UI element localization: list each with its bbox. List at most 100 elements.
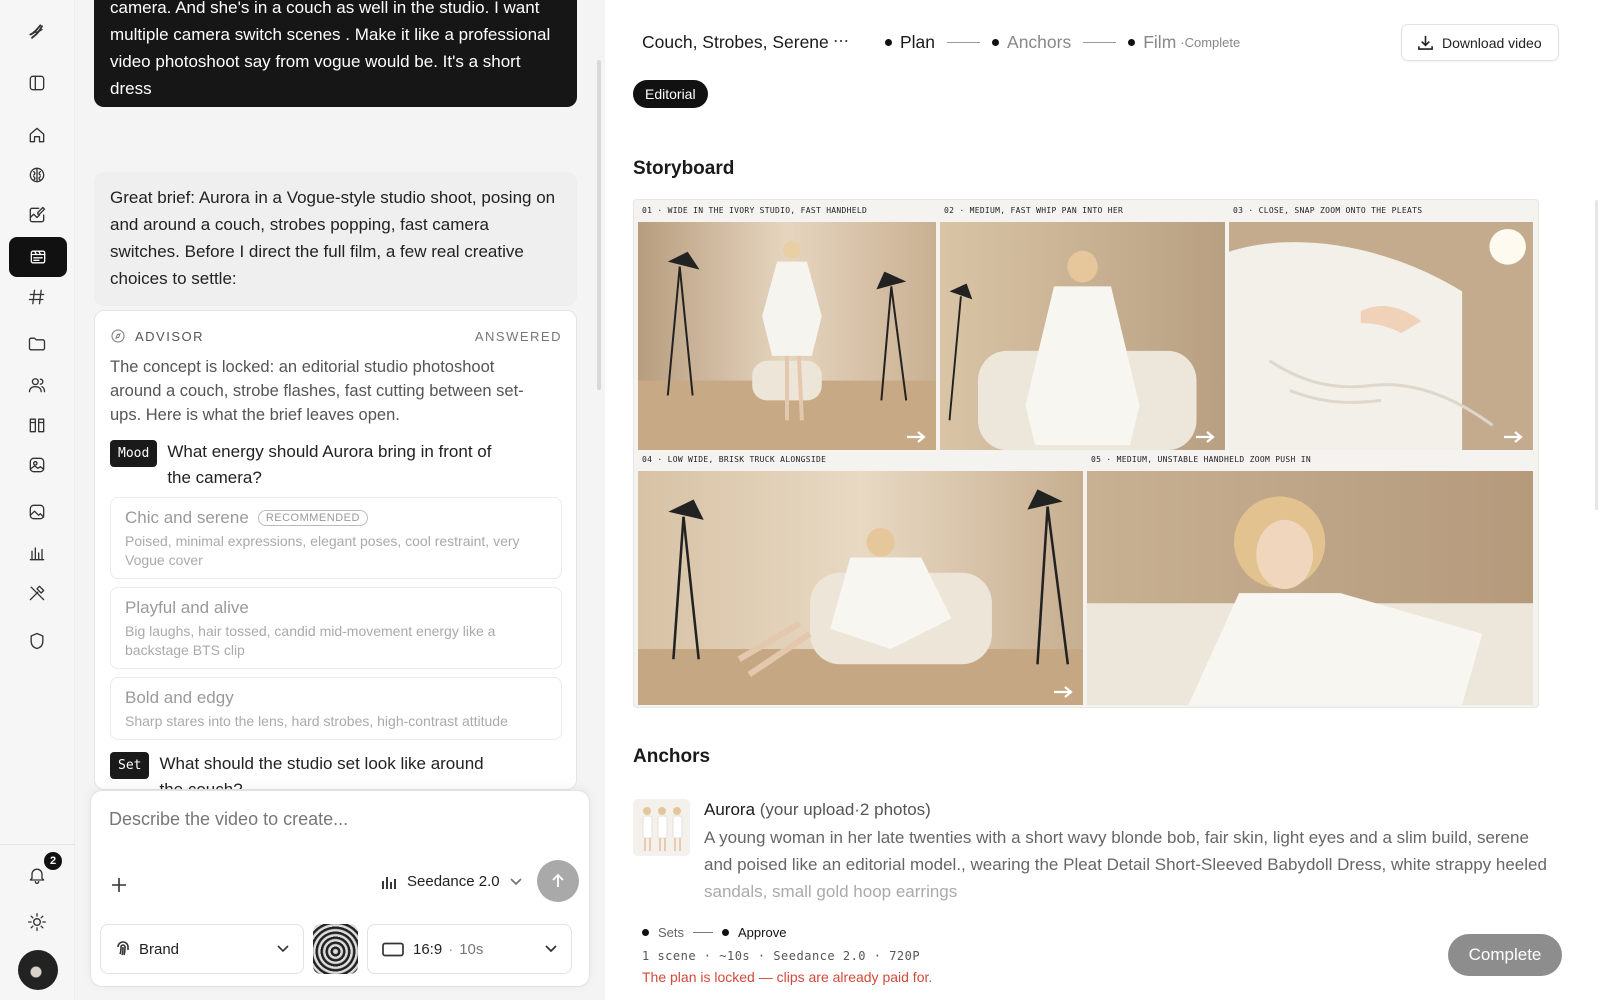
panel-image (638, 222, 936, 450)
ratio-label: 16:9 (413, 940, 443, 958)
brain-icon[interactable] (19, 157, 55, 193)
step-sets[interactable]: Sets (658, 925, 684, 940)
panel-caption: 04 · LOW WIDE, BRISK TRUCK ALONGSIDE (642, 455, 827, 464)
brand-select[interactable]: Brand (100, 924, 304, 974)
chevron-down-icon (545, 945, 557, 953)
style-thumbnail[interactable] (313, 924, 358, 974)
tools-icon[interactable] (19, 575, 55, 611)
storyboard-panel[interactable]: 02 · MEDIUM, FAST WHIP PAN INTO HER (940, 204, 1225, 450)
user-message: camera. And she's in a couch as well in … (94, 0, 577, 107)
more-button[interactable]: ⋯ (833, 31, 850, 51)
panel-caption: 01 · WIDE IN THE IVORY STUDIO, FAST HAND… (642, 206, 868, 215)
avatar[interactable] (18, 950, 58, 990)
advisor-description: The concept is locked: an editorial stud… (110, 358, 524, 424)
option-title: Chic and serene (125, 508, 249, 527)
arrow-right-icon (1054, 686, 1073, 698)
storyboard-grid: 01 · WIDE IN THE IVORY STUDIO, FAST HAND… (633, 199, 1539, 708)
folder-icon[interactable] (19, 326, 55, 362)
anchors-title: Anchors (633, 746, 711, 767)
toggle-sidebar-icon[interactable] (19, 65, 55, 101)
step-note: ·Complete (1180, 34, 1241, 50)
advisor-title: ADVISOR (135, 328, 205, 344)
step-dot (642, 929, 649, 936)
prompt-input[interactable] (109, 809, 569, 830)
style-tag[interactable]: Editorial (633, 80, 708, 108)
ratio-select[interactable]: 16:9 · 10s (367, 924, 572, 974)
complete-button[interactable]: Complete (1448, 934, 1562, 976)
model-select[interactable]: Seedance 2.0 (381, 873, 522, 890)
plus-icon (112, 878, 126, 892)
question-tag: Set (110, 752, 150, 779)
duration-label: 10s (459, 940, 484, 958)
anchor-thumbnail[interactable] (633, 799, 690, 856)
panel-caption: 03 · CLOSE, SNAP ZOOM ONTO THE PLEATS (1233, 206, 1423, 215)
chat-scrollbar[interactable] (597, 60, 601, 390)
option-bold-and-edgy[interactable]: Bold and edgy Sharp stares into the lens… (110, 677, 562, 740)
question-text: What should the studio set look like aro… (159, 754, 484, 790)
question-text: What energy should Aurora bring in front… (167, 442, 492, 487)
step-connector (1083, 41, 1117, 43)
chevron-down-icon (277, 945, 289, 953)
download-video-button[interactable]: Download video (1401, 24, 1559, 61)
step-approve[interactable]: Approve (738, 925, 786, 940)
video-icon[interactable] (9, 237, 67, 277)
storyboard-panel[interactable]: 01 · WIDE IN THE IVORY STUDIO, FAST HAND… (638, 204, 936, 450)
storyboard-panel[interactable]: 04 · LOW WIDE, BRISK TRUCK ALONGSIDE (638, 453, 1083, 705)
aspect-ratio-icon (382, 942, 404, 956)
notification-badge: 2 (44, 852, 62, 870)
main-scrollbar[interactable] (1595, 200, 1598, 510)
step-label: Plan (900, 31, 936, 52)
storyboard-panel[interactable]: 03 · CLOSE, SNAP ZOOM ONTO THE PLEATS (1229, 204, 1533, 450)
step-plan[interactable]: Plan (885, 32, 935, 53)
image-icon[interactable] (19, 494, 55, 530)
edit-image-icon[interactable] (19, 197, 55, 233)
composer: Seedance 2.0 Brand 16:9 · 10s (90, 790, 590, 987)
analytics-icon[interactable] (19, 535, 55, 571)
storyboard-panel[interactable]: 05 · MEDIUM, UNSTABLE HANDHELD ZOOM PUSH… (1087, 453, 1533, 705)
anchor-description-faded: sandals, small gold hoop earrings (704, 882, 958, 901)
plan-meta: 1 scene · ~10s · Seedance 2.0 · 720P (642, 949, 921, 963)
option-title: Bold and edgy (125, 688, 234, 707)
step-dot (1128, 38, 1136, 46)
project-title[interactable]: Couch, Strobes, Serene (642, 32, 829, 53)
option-playful-and-alive[interactable]: Playful and alive Big laughs, hair tosse… (110, 587, 562, 669)
anchor-description-text: A young woman in her late twenties with … (704, 828, 1547, 874)
question-tag: Mood (110, 440, 158, 467)
anchor-source: (your upload·2 photos) (759, 800, 931, 819)
logo-icon[interactable] (19, 14, 55, 50)
panel-image (1087, 471, 1533, 705)
step-connector (947, 41, 981, 43)
arrow-right-icon (1504, 431, 1523, 443)
gallery-icon[interactable] (19, 447, 55, 483)
step-connector (693, 932, 714, 933)
option-description: Big laughs, hair tossed, candid mid-move… (125, 623, 496, 658)
advisor-header: ADVISOR ANSWERED (110, 327, 562, 345)
attach-button[interactable] (109, 875, 129, 895)
progress-steps: Plan Anchors Film ·Complete (885, 31, 1240, 53)
users-icon[interactable] (19, 367, 55, 403)
shield-icon[interactable] (19, 623, 55, 659)
step-anchors[interactable]: Anchors (992, 32, 1071, 53)
step-dot (992, 38, 1000, 46)
home-icon[interactable] (19, 117, 55, 153)
brand-label: Brand (139, 940, 180, 958)
compass-icon (111, 329, 125, 343)
step-dot (722, 929, 730, 936)
send-button[interactable] (537, 860, 579, 902)
panel-caption: 05 · MEDIUM, UNSTABLE HANDHELD ZOOM PUSH… (1091, 455, 1312, 464)
sun-icon[interactable] (19, 904, 55, 940)
chat-panel: camera. And she's in a couch as well in … (75, 0, 605, 1000)
fingerprint-icon (117, 941, 129, 956)
step-label: Film (1143, 31, 1177, 52)
nav-rail: 2 (0, 0, 75, 1000)
book-icon[interactable] (19, 407, 55, 443)
step-label: Anchors (1007, 31, 1072, 52)
hashtag-icon[interactable] (19, 279, 55, 315)
panel-image (638, 471, 1083, 705)
separator-dot: · (448, 940, 454, 958)
anchor-name: Aurora (your upload·2 photos) (704, 800, 931, 820)
option-chic-and-serene[interactable]: Chic and serene RECOMMENDED Poised, minim… (110, 497, 562, 579)
bars-icon (382, 876, 396, 889)
step-film[interactable]: Film ·Complete (1128, 32, 1240, 53)
arrow-right-icon (1196, 431, 1215, 443)
